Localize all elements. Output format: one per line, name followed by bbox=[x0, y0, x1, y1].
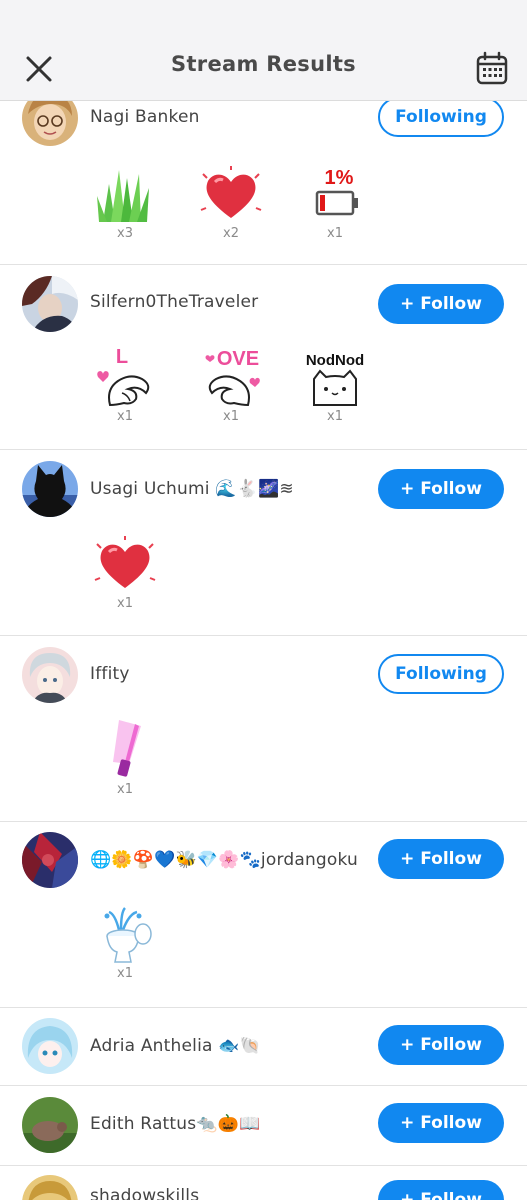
list-item: Silfern0TheTraveler + Follow L x1 OVE x1… bbox=[0, 265, 527, 450]
following-button[interactable]: Following bbox=[378, 97, 504, 137]
following-button[interactable]: Following bbox=[378, 654, 504, 694]
username[interactable]: 🌐🌼🍄💙🐝💎🌸🐾jordangoku bbox=[90, 850, 358, 870]
gift-item: x1 bbox=[90, 536, 160, 611]
avatar[interactable] bbox=[22, 276, 78, 332]
grass-icon bbox=[97, 170, 149, 222]
username[interactable]: Nagi Banken bbox=[90, 107, 200, 127]
gift-count: x1 bbox=[327, 226, 343, 241]
hand-heart-left-icon: L bbox=[97, 346, 150, 407]
username[interactable]: Silfern0TheTraveler bbox=[90, 292, 258, 312]
gift-label: OVE bbox=[217, 348, 259, 370]
username[interactable]: Adria Anthelia 🐟🐚 bbox=[90, 1036, 261, 1056]
username[interactable]: shadowskills bbox=[90, 1186, 199, 1200]
username[interactable]: Usagi Uchumi 🌊🐇🌌≋ bbox=[90, 479, 294, 499]
list-item: Edith Rattus🐀🎃📖 + Follow bbox=[0, 1086, 527, 1166]
username[interactable]: Iffity bbox=[90, 664, 130, 684]
gift-count: x1 bbox=[223, 409, 239, 424]
gift-count: x3 bbox=[117, 226, 133, 241]
battery-percent-label: 1% bbox=[325, 167, 354, 189]
heart-icon bbox=[200, 166, 262, 218]
page-title: Stream Results bbox=[171, 52, 356, 76]
follow-button[interactable]: + Follow bbox=[378, 839, 504, 879]
gift-label: L bbox=[116, 346, 128, 368]
avatar[interactable] bbox=[22, 1018, 78, 1074]
gift-count: x1 bbox=[327, 409, 343, 424]
heart-icon bbox=[94, 536, 156, 588]
gift-item: x3 bbox=[90, 166, 160, 241]
list-item: shadowskills + Follow bbox=[0, 1166, 527, 1200]
follow-button[interactable]: + Follow bbox=[378, 284, 504, 324]
gift-count: x1 bbox=[117, 782, 133, 797]
nodding-cat-icon: NodNod bbox=[306, 352, 364, 406]
gift-count: x1 bbox=[117, 966, 133, 981]
top-bar: Stream Results bbox=[0, 0, 527, 101]
follow-button[interactable]: + Follow bbox=[378, 1025, 504, 1065]
gift-item: x2 bbox=[196, 166, 266, 241]
gift-count: x1 bbox=[117, 596, 133, 611]
list-item: Usagi Uchumi 🌊🐇🌌≋ + Follow x1 bbox=[0, 450, 527, 636]
glow-stick-icon bbox=[113, 720, 141, 777]
list-item: Nagi Banken Following x3 x2 1% x1 bbox=[0, 90, 527, 265]
avatar[interactable] bbox=[22, 461, 78, 517]
username[interactable]: Edith Rattus🐀🎃📖 bbox=[90, 1114, 260, 1134]
follow-button[interactable]: + Follow bbox=[378, 469, 504, 509]
list-item: 🌐🌼🍄💙🐝💎🌸🐾jordangoku + Follow x1 bbox=[0, 822, 527, 1008]
avatar[interactable] bbox=[22, 1175, 78, 1200]
fountain-toilet-icon bbox=[104, 907, 152, 963]
gift-count: x1 bbox=[117, 409, 133, 424]
follow-button[interactable]: + Follow bbox=[378, 1180, 504, 1200]
results-list[interactable]: Nagi Banken Following x3 x2 1% x1 Silfer… bbox=[0, 0, 527, 1200]
avatar[interactable] bbox=[22, 1097, 78, 1153]
calendar-icon[interactable] bbox=[474, 50, 510, 86]
low-battery-icon: 1% bbox=[315, 167, 358, 216]
list-item: Adria Anthelia 🐟🐚 + Follow bbox=[0, 1008, 527, 1086]
gift-item: NodNod x1 bbox=[300, 345, 370, 424]
avatar[interactable] bbox=[22, 647, 78, 703]
follow-button[interactable]: + Follow bbox=[378, 1103, 504, 1143]
gift-item: 1% x1 bbox=[300, 166, 370, 241]
gift-item: OVE x1 bbox=[196, 345, 266, 424]
gift-item: x1 bbox=[90, 906, 160, 981]
gift-label: NodNod bbox=[306, 352, 364, 369]
avatar[interactable] bbox=[22, 832, 78, 888]
hand-heart-right-icon: OVE bbox=[205, 348, 260, 407]
gift-item: x1 bbox=[90, 718, 160, 797]
gift-item: L x1 bbox=[90, 345, 160, 424]
list-item: Iffity Following x1 bbox=[0, 636, 527, 822]
gift-count: x2 bbox=[223, 226, 239, 241]
